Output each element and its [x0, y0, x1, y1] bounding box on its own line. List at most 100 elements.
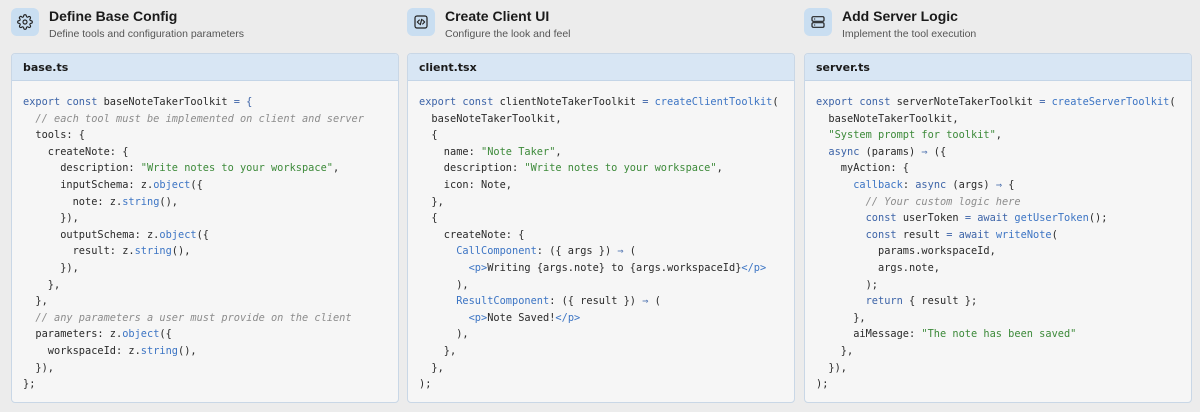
card-header: client.tsx: [408, 54, 794, 81]
code-token: serverNoteTakerToolkit: [896, 96, 1040, 108]
code-token: getUserToken: [1014, 212, 1089, 225]
code-line: params.workspaceId,: [816, 243, 1185, 260]
code-token: string: [122, 195, 160, 208]
code-line: callback: async (args) ⇒ {: [816, 177, 1185, 194]
code-token: object: [159, 228, 197, 241]
code-line: inputSchema: z.object({: [23, 177, 392, 194]
code-line: {: [419, 210, 788, 227]
step-subtitle: Define tools and configuration parameter…: [49, 28, 244, 40]
code-token: note: z.: [23, 195, 123, 208]
code-token: const: [865, 212, 903, 225]
step-subtitle: Configure the look and feel: [445, 28, 571, 40]
code-line: aiMessage: "The note has been saved": [816, 326, 1185, 343]
code-token: { result };: [902, 295, 978, 308]
code-token: result: [902, 228, 947, 241]
code-token: (: [772, 96, 779, 108]
code-token: string: [140, 344, 178, 357]
code-token: = {: [233, 96, 253, 108]
code-line: },: [419, 343, 788, 360]
code-line: );: [816, 277, 1185, 294]
code-token: },: [419, 361, 444, 374]
code-line: },: [816, 343, 1185, 360]
code-token: // each tool must be implemented on clie…: [23, 112, 364, 125]
code-token: {: [1002, 178, 1015, 191]
code-line: description: "Write notes to your worksp…: [23, 160, 392, 177]
code-line: },: [419, 360, 788, 377]
code-line: myAction: {: [816, 160, 1185, 177]
code-line: <p>Note Saved!</p>: [419, 310, 788, 327]
code-token: baseNoteTakerToolkit,: [816, 112, 959, 125]
code-card: client.tsx export const clientNoteTakerT…: [407, 53, 795, 403]
code-line: {: [419, 127, 788, 144]
code-token: (),: [171, 245, 191, 258]
code-line: return { result };: [816, 293, 1185, 310]
code-token: },: [419, 195, 444, 208]
code-token: export const: [23, 96, 104, 108]
code-token: :: [902, 178, 916, 191]
code-token: );: [816, 378, 829, 391]
code-token: myAction: {: [816, 162, 909, 175]
code-line: description: "Write notes to your worksp…: [419, 160, 788, 177]
code-line: "System prompt for toolkit",: [816, 127, 1185, 144]
code-token: }),: [23, 261, 79, 274]
code-token: },: [816, 344, 854, 357]
code-token: writeNote: [995, 228, 1052, 241]
code-line: export const serverNoteTakerToolkit = cr…: [816, 94, 1185, 111]
code-line: // any parameters a user must provide on…: [23, 310, 392, 327]
code-token: (: [623, 245, 636, 258]
code-icon: [407, 8, 435, 36]
code-line: }),: [23, 360, 392, 377]
code-token: );: [419, 378, 432, 391]
file-name: server.ts: [816, 60, 870, 74]
code-token: ({: [196, 228, 209, 241]
code-line: parameters: z.object({: [23, 326, 392, 343]
code-line: outputSchema: z.object({: [23, 227, 392, 244]
code-line: // Your custom logic here: [816, 194, 1185, 211]
code-line: createNote: {: [23, 144, 392, 161]
code-token: },: [419, 344, 457, 357]
code-token: description:: [23, 162, 141, 175]
code-token: aiMessage:: [816, 328, 922, 341]
code-token: {: [419, 129, 438, 142]
code-line: );: [816, 376, 1185, 393]
code-line: }),: [23, 260, 392, 277]
step-header: Define Base Config Define tools and conf…: [11, 0, 399, 50]
code-token: object: [153, 178, 191, 191]
code-line: };: [23, 376, 392, 393]
code-line: baseNoteTakerToolkit,: [816, 111, 1185, 128]
file-name: base.ts: [23, 60, 69, 74]
code-token: icon: Note,: [419, 178, 512, 191]
code-token: ({: [190, 178, 203, 191]
code-line: },: [816, 310, 1185, 327]
code-token: "Note Taker": [481, 145, 556, 158]
code-token: inputSchema: z.: [23, 178, 154, 191]
code-line: async (params) ⇒ ({: [816, 144, 1185, 161]
code-line: export const baseNoteTakerToolkit = {: [23, 94, 392, 111]
step-header: Create Client UI Configure the look and …: [407, 0, 795, 50]
code-token: };: [23, 378, 36, 391]
code-token: (params): [859, 145, 922, 158]
code-token: </p>: [741, 261, 767, 274]
code-token: export const: [419, 96, 500, 108]
server-icon: [804, 8, 832, 36]
step-column-client-ui: Create Client UI Configure the look and …: [407, 0, 795, 403]
code-line: name: "Note Taker",: [419, 144, 788, 161]
code-token: string: [134, 245, 172, 258]
code-token: // any parameters a user must provide on…: [23, 311, 352, 324]
code-token: (: [648, 295, 661, 308]
code-token: </p>: [555, 311, 581, 324]
code-token: args.note,: [816, 261, 940, 274]
code-token: ({: [927, 145, 947, 158]
code-line: ),: [419, 326, 788, 343]
code-token: },: [23, 278, 61, 291]
code-token: =: [1039, 96, 1052, 108]
code-token: "The note has been saved": [921, 328, 1077, 341]
code-line: export const clientNoteTakerToolkit = cr…: [419, 94, 788, 111]
code-token: = await: [946, 228, 996, 241]
code-token: Note Saved!: [487, 311, 556, 324]
code-line: result: z.string(),: [23, 243, 392, 260]
